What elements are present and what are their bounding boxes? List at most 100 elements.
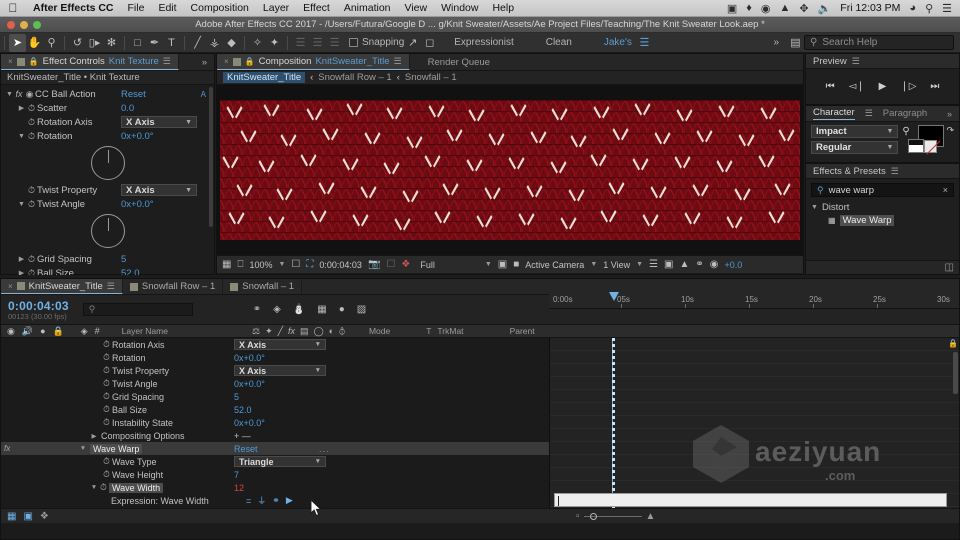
tab-paragraph[interactable]: Paragraph <box>883 108 927 119</box>
stopwatch-icon[interactable]: ⏱ <box>26 199 37 210</box>
ec-row-twist-angle[interactable]: ▼ ⏱ Twist Angle 0x+0.0° <box>1 197 214 211</box>
bluetooth-icon[interactable]: ✥ <box>799 2 808 15</box>
row-value[interactable]: 12 <box>234 483 244 493</box>
toggle-transparency-grid-icon[interactable]: ▦ <box>222 259 231 270</box>
track-matte-column[interactable]: TrkMat <box>437 326 463 336</box>
timeline-row-expression-wave-width[interactable]: Expression: Wave Width = ⏚ ⚭ ▶ <box>1 494 549 507</box>
layer-name-column[interactable]: Layer Name <box>122 326 168 336</box>
expand-triangle-icon[interactable]: ▼ <box>811 204 818 211</box>
timeline-row-compositing-options[interactable]: ▶ Compositing Options + — <box>1 429 549 442</box>
pen-tool[interactable]: ✒ <box>146 34 163 52</box>
panel-menu-icon[interactable]: ☰ <box>865 108 873 119</box>
pixel-aspect-icon[interactable]: ☰ <box>649 259 658 270</box>
zoom-tool[interactable]: ⚲ <box>43 34 60 52</box>
show-post-expression-graph-icon[interactable]: ⏚ <box>257 494 266 507</box>
ec-value[interactable]: 0x+0.0° <box>121 131 154 142</box>
magnification-value[interactable]: 100% <box>249 260 272 270</box>
swap-colors-icon[interactable]: ↷ <box>946 125 954 136</box>
stopwatch-icon[interactable]: ⏱ <box>26 117 37 128</box>
ec-value[interactable]: 5 <box>121 254 126 265</box>
dropbox-icon[interactable]: ♦ <box>746 2 752 14</box>
workspace-expressionist[interactable]: Expressionist <box>438 37 529 48</box>
expression-language-menu-icon[interactable]: ▶ <box>286 495 293 506</box>
brush-tool[interactable]: ╱ <box>189 34 206 52</box>
snap-angle-icon[interactable]: ↗ <box>404 34 421 52</box>
menu-view[interactable]: View <box>398 2 435 14</box>
breadcrumb-item-1[interactable]: Snowfall Row – 1 <box>318 72 391 83</box>
camera-tool[interactable]: ▯▸ <box>86 34 103 52</box>
creative-cloud-icon[interactable]: ◉ <box>761 2 771 15</box>
row-value[interactable]: 5 <box>234 392 239 402</box>
row-value[interactable]: 0x+0.0° <box>234 353 265 363</box>
zoom-in-icon[interactable]: ▲ <box>646 511 656 522</box>
breadcrumb-item-0[interactable]: KnitSweater_Title <box>223 72 306 83</box>
timeline-row-grid-spacing[interactable]: ⏱ Grid Spacing 5 <box>1 390 549 403</box>
reset-exposure-icon[interactable]: ◉ <box>710 259 719 270</box>
close-icon[interactable]: × <box>8 282 13 291</box>
timeline-row-ball-size[interactable]: ⏱ Ball Size 52.0 <box>1 403 549 416</box>
view-layout-value[interactable]: 1 View <box>603 260 630 270</box>
take-snapshot-icon[interactable]: 📷 <box>368 259 380 270</box>
composition-viewer[interactable] <box>217 85 803 255</box>
toggle-mask-icon[interactable]: ▣ <box>498 259 507 270</box>
close-icon[interactable]: × <box>224 57 229 66</box>
shape-tool[interactable]: □ <box>129 34 146 52</box>
stopwatch-icon[interactable]: ⏱ <box>101 378 112 389</box>
menu-window[interactable]: Window <box>434 2 485 14</box>
timeline-zoom-slider[interactable]: ▫ ▲ <box>576 511 655 522</box>
stroke-color-swatch[interactable] <box>908 139 925 153</box>
show-snapshot-icon[interactable]: ☐ <box>386 259 395 270</box>
previous-frame-button[interactable]: ◅❘ <box>849 81 865 92</box>
draft-3d-icon[interactable]: ◈ <box>273 304 281 315</box>
enable-expression-icon[interactable]: = <box>246 496 251 506</box>
tab-composition[interactable]: × 🔒 Composition KnitSweater_Title ☰ <box>217 54 410 70</box>
expand-triangle-icon[interactable]: ▶ <box>17 255 26 263</box>
3d-renderer-icon[interactable]: ▲ <box>679 259 689 270</box>
lock-icon[interactable]: 🔒 <box>53 326 64 337</box>
row-label[interactable]: Wave Warp <box>90 443 143 454</box>
menu-composition[interactable]: Composition <box>184 2 256 14</box>
ec-row-twist-property[interactable]: ⏱ Twist Property X Axis ▼ <box>1 183 214 197</box>
menu-edit[interactable]: Edit <box>151 2 183 14</box>
row-label[interactable]: Wave Width <box>109 482 164 493</box>
menu-effect[interactable]: Effect <box>296 2 337 14</box>
eraser-tool[interactable]: ◆ <box>223 34 240 52</box>
font-family-select[interactable]: Impact ▼ <box>811 125 899 138</box>
viewer-timecode[interactable]: 0:00:04:03 <box>319 260 362 270</box>
3d-layer-icon[interactable]: ⦽ <box>339 326 345 337</box>
volume-icon[interactable]: 🔈 <box>818 2 832 15</box>
expression-pick-whip-icon[interactable]: ⚭ <box>272 495 280 506</box>
timeline-current-time[interactable]: 0:00:04:03 <box>1 299 69 313</box>
ec-dropdown-twist-property[interactable]: X Axis ▼ <box>121 184 197 196</box>
exposure-value[interactable]: +0.0 <box>725 260 743 270</box>
lock-icon[interactable]: 🔒 <box>29 57 39 66</box>
workspace-jakes[interactable]: Jake's <box>588 37 636 48</box>
lock-icon[interactable]: 🔒 <box>245 57 255 66</box>
rotation-dial[interactable] <box>90 146 125 180</box>
new-folder-icon[interactable]: ◫ <box>945 262 954 273</box>
ec-value[interactable]: 52.0 <box>121 268 140 276</box>
zoom-slider-knob[interactable] <box>589 512 597 520</box>
workspace-clean[interactable]: Clean <box>530 37 588 48</box>
ec-row-scatter[interactable]: ▶ ⏱ Scatter 0.0 <box>1 101 214 115</box>
no-color-swatch[interactable] <box>924 140 938 153</box>
motion-blur-icon[interactable]: ● <box>339 304 345 315</box>
solo-icon[interactable]: ● <box>40 326 45 336</box>
stopwatch-icon[interactable]: ⏱ <box>101 404 112 415</box>
row-value[interactable]: + — <box>234 431 251 441</box>
timeline-track-area[interactable]: aeziyuan .com 🔒 <box>549 338 959 523</box>
stopwatch-icon[interactable]: ⏱ <box>101 391 112 402</box>
stopwatch-icon[interactable]: ⏱ <box>26 103 37 114</box>
effect-controls-overflow[interactable]: » <box>194 54 214 70</box>
ec-row-ball-size[interactable]: ▶ ⏱ Ball Size 52.0 <box>1 266 214 276</box>
ec-value[interactable]: 0.0 <box>121 103 134 114</box>
roto-brush-tool[interactable]: ✧ <box>249 34 266 52</box>
effects-icon[interactable]: fx <box>288 326 295 336</box>
panel-menu-icon[interactable]: ☰ <box>394 56 402 67</box>
chevron-down-icon[interactable]: ▼ <box>590 261 597 268</box>
zoom-out-icon[interactable]: ▫ <box>576 511 580 522</box>
row-value[interactable]: 52.0 <box>234 405 252 415</box>
row-value[interactable]: 7 <box>234 470 239 480</box>
row-value[interactable]: 0x+0.0° <box>234 418 265 428</box>
ec-about-link[interactable]: A <box>201 90 206 99</box>
